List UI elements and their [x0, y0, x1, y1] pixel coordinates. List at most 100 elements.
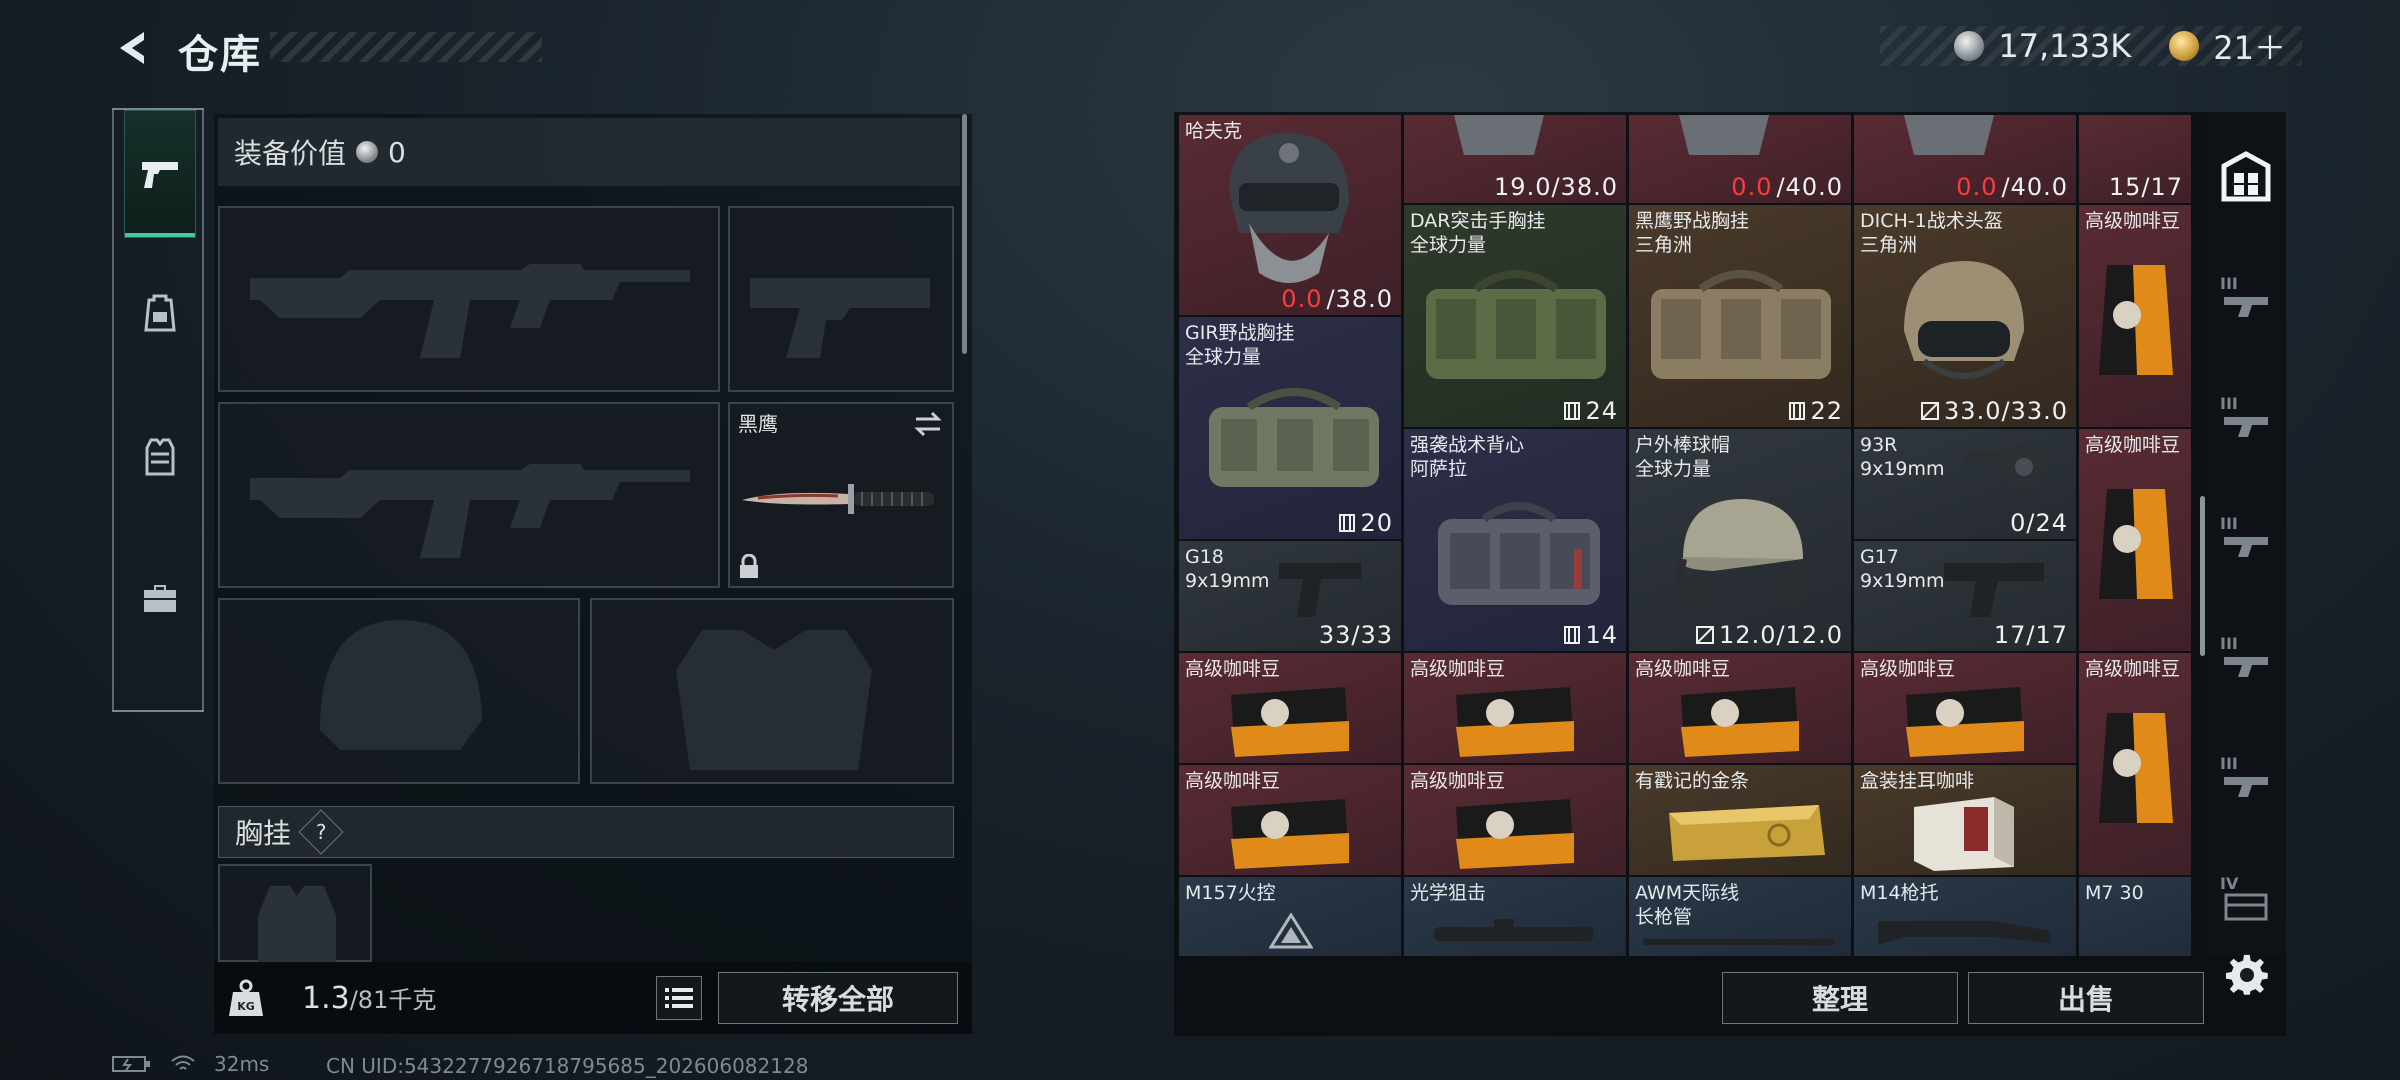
gold-amount[interactable]: 21＋ — [2213, 23, 2286, 69]
settings-button[interactable] — [2222, 950, 2272, 1000]
item-name: 光学狙击 — [1410, 882, 1487, 904]
chest-rig-slot[interactable] — [218, 864, 372, 964]
tab-all-storage[interactable] — [2212, 142, 2280, 212]
pistol-silhouette-icon — [750, 278, 930, 358]
capacity-value: 14 — [1585, 621, 1618, 649]
item-g18-pistol[interactable]: G18 9x19mm 33/33 — [1178, 540, 1402, 652]
item-93r-pistol[interactable]: 93R 9x19mm 0/24 — [1853, 428, 2077, 540]
item-drip-coffee-box[interactable]: 盒装挂耳咖啡 — [1853, 764, 2077, 876]
tab-toolbox[interactable] — [124, 534, 196, 662]
ping-value: 32ms — [214, 1052, 270, 1076]
item-g17-pistol[interactable]: G17 9x19mm 17/17 — [1853, 540, 2077, 652]
item-premium-coffee-beans[interactable]: 高级咖啡豆 — [2078, 652, 2192, 876]
gear-icon — [2225, 954, 2268, 995]
status-bar: 32ms — [112, 1052, 269, 1076]
tab-vest[interactable] — [124, 392, 196, 520]
vest-silhouette-icon — [258, 886, 336, 964]
toolbox-icon — [144, 585, 176, 612]
body-armor-slot[interactable] — [590, 598, 954, 784]
svg-text:III: III — [2220, 274, 2238, 293]
item-gir-chest-rig[interactable]: GIR野战胸挂 全球力量 20 — [1178, 316, 1402, 540]
item-name: 高级咖啡豆 — [2085, 434, 2181, 456]
gold-coin-icon — [2169, 31, 2200, 61]
item-name: G18 9x19mm — [1185, 546, 1270, 592]
item-armor-3[interactable]: 0.0/40.0 — [1853, 114, 2077, 204]
tab-storage-3[interactable]: III — [2212, 382, 2280, 452]
transfer-all-button[interactable]: 转移全部 — [718, 972, 958, 1024]
swap-icon[interactable] — [912, 410, 944, 438]
tactical-vest-icon — [1438, 502, 1600, 605]
capacity-readout: 20 — [1338, 509, 1393, 537]
sell-button[interactable]: 出售 — [1968, 972, 2204, 1024]
capacity-icon — [1564, 626, 1581, 644]
item-blackhawk-chest-rig[interactable]: 黑鹰野战胸挂 三角洲 22 — [1628, 204, 1852, 428]
storage-scrollbar[interactable] — [2200, 496, 2205, 656]
equipment-value: 0 — [388, 135, 406, 169]
item-premium-coffee-beans[interactable]: 高级咖啡豆 — [1628, 652, 1852, 764]
item-assault-vest[interactable]: 强袭战术背心 阿萨拉 14 — [1403, 428, 1627, 652]
equipment-scrollbar[interactable] — [962, 114, 967, 354]
list-view-button[interactable] — [656, 976, 702, 1020]
item-name: M157火控 — [1185, 882, 1276, 904]
pistol-icon — [142, 162, 178, 188]
tab-weapons[interactable] — [124, 110, 196, 238]
chest-rig-header: 胸挂 ? — [218, 806, 954, 858]
coffee-bag-icon — [1456, 799, 1574, 869]
coffee-bag-icon — [1231, 799, 1349, 869]
item-name: 高级咖啡豆 — [2085, 210, 2181, 232]
tab-storage-6[interactable]: III — [2212, 742, 2280, 812]
tab-storage-5[interactable]: III — [2212, 622, 2280, 692]
item-premium-coffee-beans[interactable]: 高级咖啡豆 — [1178, 764, 1402, 876]
item-premium-coffee-beans[interactable]: 高级咖啡豆 — [2078, 428, 2192, 652]
item-ammo-partial[interactable]: 15/17 — [2078, 114, 2192, 204]
coffee-bag-icon — [2099, 713, 2173, 823]
item-optical-sniper-scope[interactable]: 光学狙击 — [1403, 876, 1627, 956]
item-premium-coffee-beans[interactable]: 高级咖啡豆 — [1403, 652, 1627, 764]
capacity-value: 22 — [1810, 397, 1843, 425]
item-dich1-helmet[interactable]: DICH-1战术头盔 三角洲 33.0/33.0 — [1853, 204, 2077, 428]
item-m157-fire-control[interactable]: M157火控 — [1178, 876, 1402, 956]
tab-storage-7[interactable]: IV — [2212, 862, 2280, 932]
item-name: 高级咖啡豆 — [1185, 658, 1281, 680]
tab-storage-2[interactable]: III — [2212, 262, 2280, 332]
tab-storage-4[interactable]: III — [2212, 502, 2280, 572]
item-helmet-haveke[interactable]: 哈夫克 0.0/38.0 — [1178, 114, 1402, 316]
item-premium-coffee-beans[interactable]: 高级咖啡豆 — [2078, 204, 2192, 428]
durability-max: /40.0 — [1776, 173, 1843, 201]
helmet-slot[interactable] — [218, 598, 580, 784]
item-name: GIR野战胸挂 全球力量 — [1185, 322, 1295, 368]
help-icon[interactable]: ? — [298, 809, 344, 855]
sidearm-slot[interactable] — [728, 206, 954, 392]
melee-slot[interactable]: 黑鹰 — [728, 402, 954, 588]
durability-readout: 12.0/12.0 — [1695, 621, 1843, 649]
back-button[interactable] — [110, 26, 158, 70]
coffee-box-icon — [1914, 797, 2014, 871]
vault-icon — [2221, 151, 2271, 202]
organize-button[interactable]: 整理 — [1722, 972, 1958, 1024]
ammo-count: 17/17 — [1993, 621, 2068, 649]
weight-readout: 1.3/81千克 — [302, 980, 436, 1016]
page-title: 仓库 — [178, 32, 262, 78]
item-m7-30[interactable]: M7 30 — [2078, 876, 2192, 956]
item-m14-stock[interactable]: M14枪托 — [1853, 876, 2077, 956]
armor-icon — [1904, 115, 1994, 155]
item-dar-chest-rig[interactable]: DAR突击手胸挂 全球力量 24 — [1403, 204, 1627, 428]
secondary-weapon-slot[interactable] — [218, 402, 720, 588]
item-premium-coffee-beans[interactable]: 高级咖啡豆 — [1178, 652, 1402, 764]
item-outdoor-cap[interactable]: 户外棒球帽 全球力量 12.0/12.0 — [1628, 428, 1852, 652]
item-awm-barrel[interactable]: AWM天际线 长枪管 — [1628, 876, 1852, 956]
item-armor-2[interactable]: 0.0/40.0 — [1628, 114, 1852, 204]
item-premium-coffee-beans[interactable]: 高级咖啡豆 — [1403, 764, 1627, 876]
item-armor-1[interactable]: 19.0/38.0 — [1403, 114, 1627, 204]
item-name: DAR突击手胸挂 全球力量 — [1410, 210, 1546, 256]
durability-value: 33.0/33.0 — [1944, 397, 2068, 425]
list-icon — [665, 988, 693, 1008]
item-stamped-gold-bar[interactable]: 有戳记的金条 — [1628, 764, 1852, 876]
storage-level-icon: III — [2220, 514, 2268, 557]
broken-armor-icon — [1696, 626, 1715, 644]
item-premium-coffee-beans[interactable]: 高级咖啡豆 — [1853, 652, 2077, 764]
tactical-helmet-icon — [1229, 133, 1349, 283]
primary-weapon-slot[interactable] — [218, 206, 720, 392]
tab-backpack[interactable] — [124, 248, 196, 376]
user-uid: CN UID:5432277926718795685_202606082128 — [326, 1054, 809, 1078]
